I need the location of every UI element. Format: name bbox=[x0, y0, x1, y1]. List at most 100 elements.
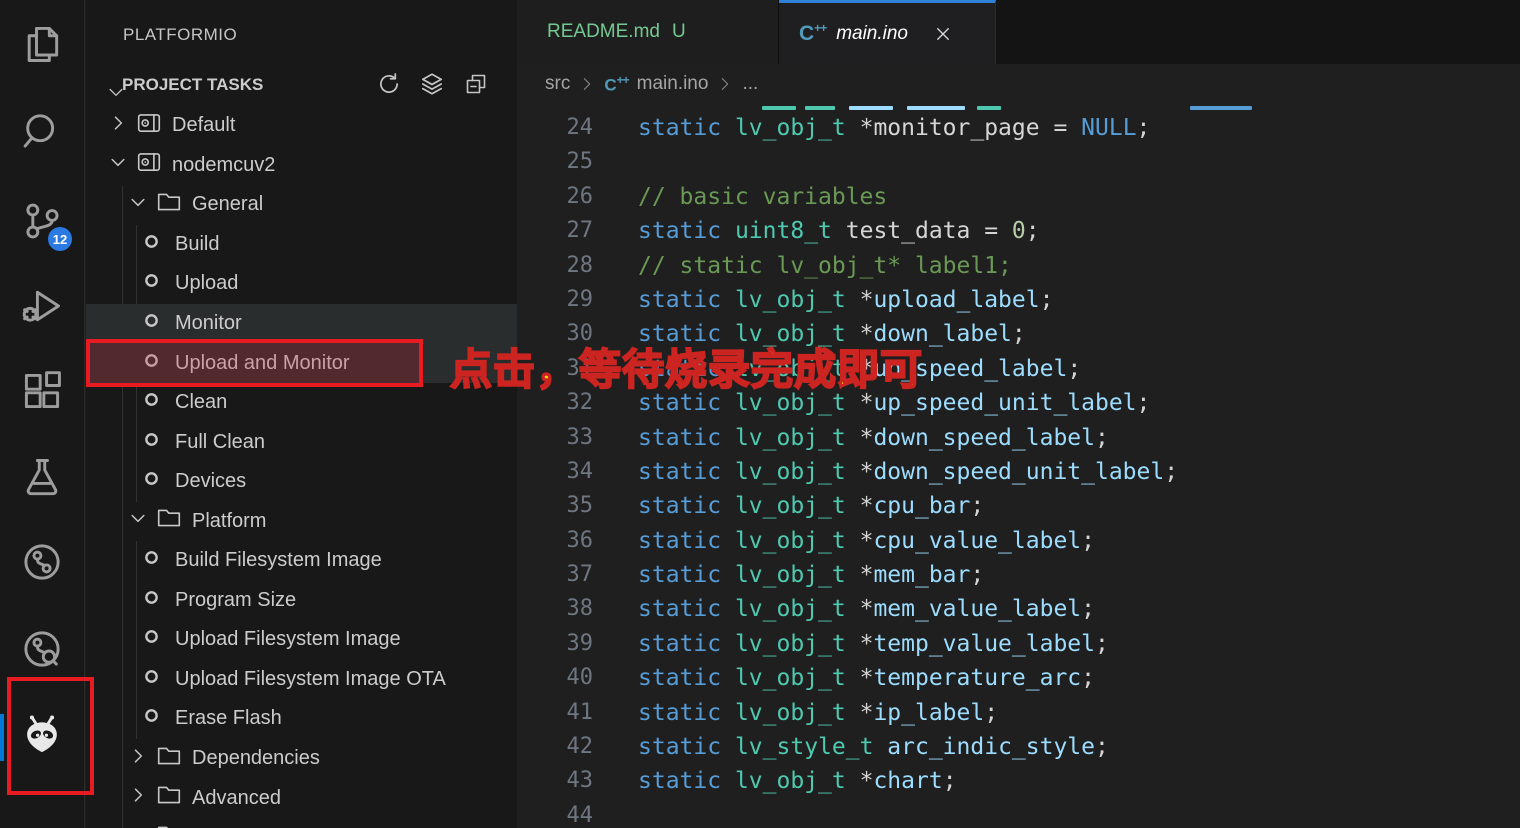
tree-item-label: Build bbox=[175, 232, 220, 255]
code-line: 39 static lv_obj_t *temp_value_label; bbox=[517, 627, 1520, 661]
tree-item-upload[interactable]: Upload bbox=[86, 264, 517, 304]
line-text: static lv_style_t arc_indic_style; bbox=[638, 734, 1109, 761]
line-text: static lv_obj_t *upload_label; bbox=[638, 286, 1054, 313]
task-circle-icon bbox=[142, 311, 161, 336]
refresh-button[interactable] bbox=[375, 72, 403, 100]
more-actions-button[interactable] bbox=[465, 23, 499, 54]
tree-item-label: Dependencies bbox=[192, 747, 320, 770]
line-text: static lv_obj_t *mem_bar; bbox=[638, 562, 985, 589]
tree-item-monitor[interactable]: Monitor bbox=[86, 303, 517, 344]
chevron-right-icon bbox=[579, 76, 595, 92]
code-line: 36 static lv_obj_t *cpu_value_label; bbox=[517, 524, 1520, 558]
tree-item-label: Upload bbox=[175, 272, 239, 295]
collapse-all-button[interactable] bbox=[462, 72, 490, 100]
tree-item-dependencies[interactable]: Dependencies bbox=[86, 739, 517, 779]
code-line: 40 static lv_obj_t *temperature_arc; bbox=[517, 661, 1520, 695]
line-text: // basic variables bbox=[638, 183, 888, 210]
line-number: 35 bbox=[566, 493, 594, 519]
platformio-icon bbox=[20, 714, 64, 763]
breadcrumb-item-main-ino[interactable]: main.ino bbox=[637, 73, 709, 95]
folder-icon bbox=[156, 189, 182, 221]
tab-close-button[interactable] bbox=[934, 25, 952, 43]
tree-item-default[interactable]: Default bbox=[86, 106, 517, 146]
code-line: 25 bbox=[517, 145, 1520, 179]
tree-item-upload-filesystem-image[interactable]: Upload Filesystem Image bbox=[86, 620, 517, 660]
tree-item-program-size[interactable]: Program Size bbox=[86, 581, 517, 621]
tree-item-build-filesystem-image[interactable]: Build Filesystem Image bbox=[86, 541, 517, 581]
multi-env-button[interactable] bbox=[418, 72, 446, 100]
line-text: static lv_obj_t *mem_value_label; bbox=[638, 596, 1096, 623]
line-number: 25 bbox=[566, 149, 594, 175]
line-text: static uint8_t test_data = 0; bbox=[638, 218, 1040, 245]
tree-item-erase-flash[interactable]: Erase Flash bbox=[86, 699, 517, 739]
gitlens-inspect-icon bbox=[20, 627, 64, 676]
code-fragment bbox=[805, 106, 835, 110]
line-text: static lv_obj_t *temp_value_label; bbox=[638, 630, 1109, 657]
task-circle-icon bbox=[142, 627, 161, 652]
tree-item-label: Upload Filesystem Image bbox=[175, 628, 401, 651]
tree-item-label: Devices bbox=[175, 470, 247, 493]
activity-item-explorer[interactable] bbox=[0, 15, 84, 77]
code-line: 26 // basic variables bbox=[517, 180, 1520, 214]
code-fragment bbox=[849, 106, 893, 110]
cpp-icon: C++ bbox=[604, 72, 629, 95]
layers-icon bbox=[419, 71, 445, 102]
task-circle-icon bbox=[142, 271, 161, 296]
activity-item-run-debug[interactable] bbox=[0, 277, 84, 339]
tree-item-platform[interactable]: Platform bbox=[86, 501, 517, 541]
activity-item-testing[interactable] bbox=[0, 448, 84, 510]
tab-main-ino[interactable]: C++ main.ino bbox=[779, 0, 996, 64]
activity-bar: 12 bbox=[0, 0, 85, 828]
sidebar-title: PLATFORMIO bbox=[123, 25, 238, 44]
line-text: static lv_obj_t *down_label; bbox=[638, 321, 1026, 348]
task-circle-icon bbox=[142, 232, 161, 257]
tree-item-partial[interactable] bbox=[86, 818, 517, 828]
project-icon bbox=[136, 149, 162, 181]
activity-item-platformio[interactable] bbox=[0, 707, 84, 769]
breadcrumb: src C++ main.ino... bbox=[517, 64, 1520, 104]
chevron-right-icon bbox=[128, 825, 148, 828]
tree-item-general[interactable]: General bbox=[86, 185, 517, 225]
git-status-badge: U bbox=[671, 21, 686, 42]
collapse-all-icon bbox=[464, 72, 488, 101]
project-tasks-section-header[interactable]: PROJECT TASKS bbox=[86, 66, 517, 106]
chevron-right-icon bbox=[717, 76, 733, 92]
section-label: PROJECT TASKS bbox=[122, 75, 264, 94]
tab-readme-md[interactable]: README.md U bbox=[517, 0, 779, 64]
chevron-down-icon bbox=[128, 508, 148, 534]
tree-item-label: Full Clean bbox=[175, 430, 266, 453]
task-circle-icon bbox=[142, 588, 161, 613]
line-text: static lv_obj_t *down_speed_unit_label; bbox=[638, 458, 1179, 485]
activity-item-source-control[interactable]: 12 bbox=[0, 192, 84, 254]
activity-item-gitlens[interactable] bbox=[0, 533, 84, 595]
breadcrumb-item-src[interactable]: src bbox=[545, 73, 570, 95]
line-text: static lv_obj_t *ip_label; bbox=[638, 699, 999, 726]
tree-item-clean[interactable]: Clean bbox=[86, 383, 517, 423]
code-area[interactable]: 24 static lv_obj_t *monitor_page = NULL; 2… bbox=[517, 104, 1520, 828]
activity-item-extensions[interactable] bbox=[0, 362, 84, 424]
tree-item-devices[interactable]: Devices bbox=[86, 462, 517, 502]
line-number: 27 bbox=[566, 218, 594, 244]
code-line: 29 static lv_obj_t *upload_label; bbox=[517, 283, 1520, 317]
activity-item-search[interactable] bbox=[0, 102, 84, 164]
tree-item-advanced[interactable]: Advanced bbox=[86, 778, 517, 818]
breadcrumb-item-[interactable]: ... bbox=[742, 73, 758, 95]
tree-item-upload-and-monitor[interactable]: Upload and Monitor bbox=[86, 343, 517, 383]
line-text: static lv_obj_t *cpu_value_label; bbox=[638, 527, 1096, 554]
tree-item-label: Monitor bbox=[175, 312, 242, 334]
line-text: static lv_obj_t *chart; bbox=[638, 768, 957, 795]
code-line: 43 static lv_obj_t *chart; bbox=[517, 764, 1520, 798]
testing-icon bbox=[20, 455, 64, 504]
activity-item-gitlens-inspect[interactable] bbox=[0, 620, 84, 682]
line-number: 38 bbox=[566, 596, 594, 622]
tab-label: main.ino bbox=[836, 22, 909, 44]
code-line: 38 static lv_obj_t *mem_value_label; bbox=[517, 592, 1520, 626]
tree-item-upload-filesystem-image-ota[interactable]: Upload Filesystem Image OTA bbox=[86, 660, 517, 700]
task-circle-icon bbox=[142, 667, 161, 692]
tree-item-full-clean[interactable]: Full Clean bbox=[86, 422, 517, 462]
tree-item-nodemcuv2[interactable]: nodemcuv2 bbox=[86, 146, 517, 186]
refresh-icon bbox=[376, 71, 402, 102]
line-number: 37 bbox=[566, 562, 594, 588]
tree-item-build[interactable]: Build bbox=[86, 225, 517, 265]
tab-label: README.md bbox=[547, 21, 660, 42]
